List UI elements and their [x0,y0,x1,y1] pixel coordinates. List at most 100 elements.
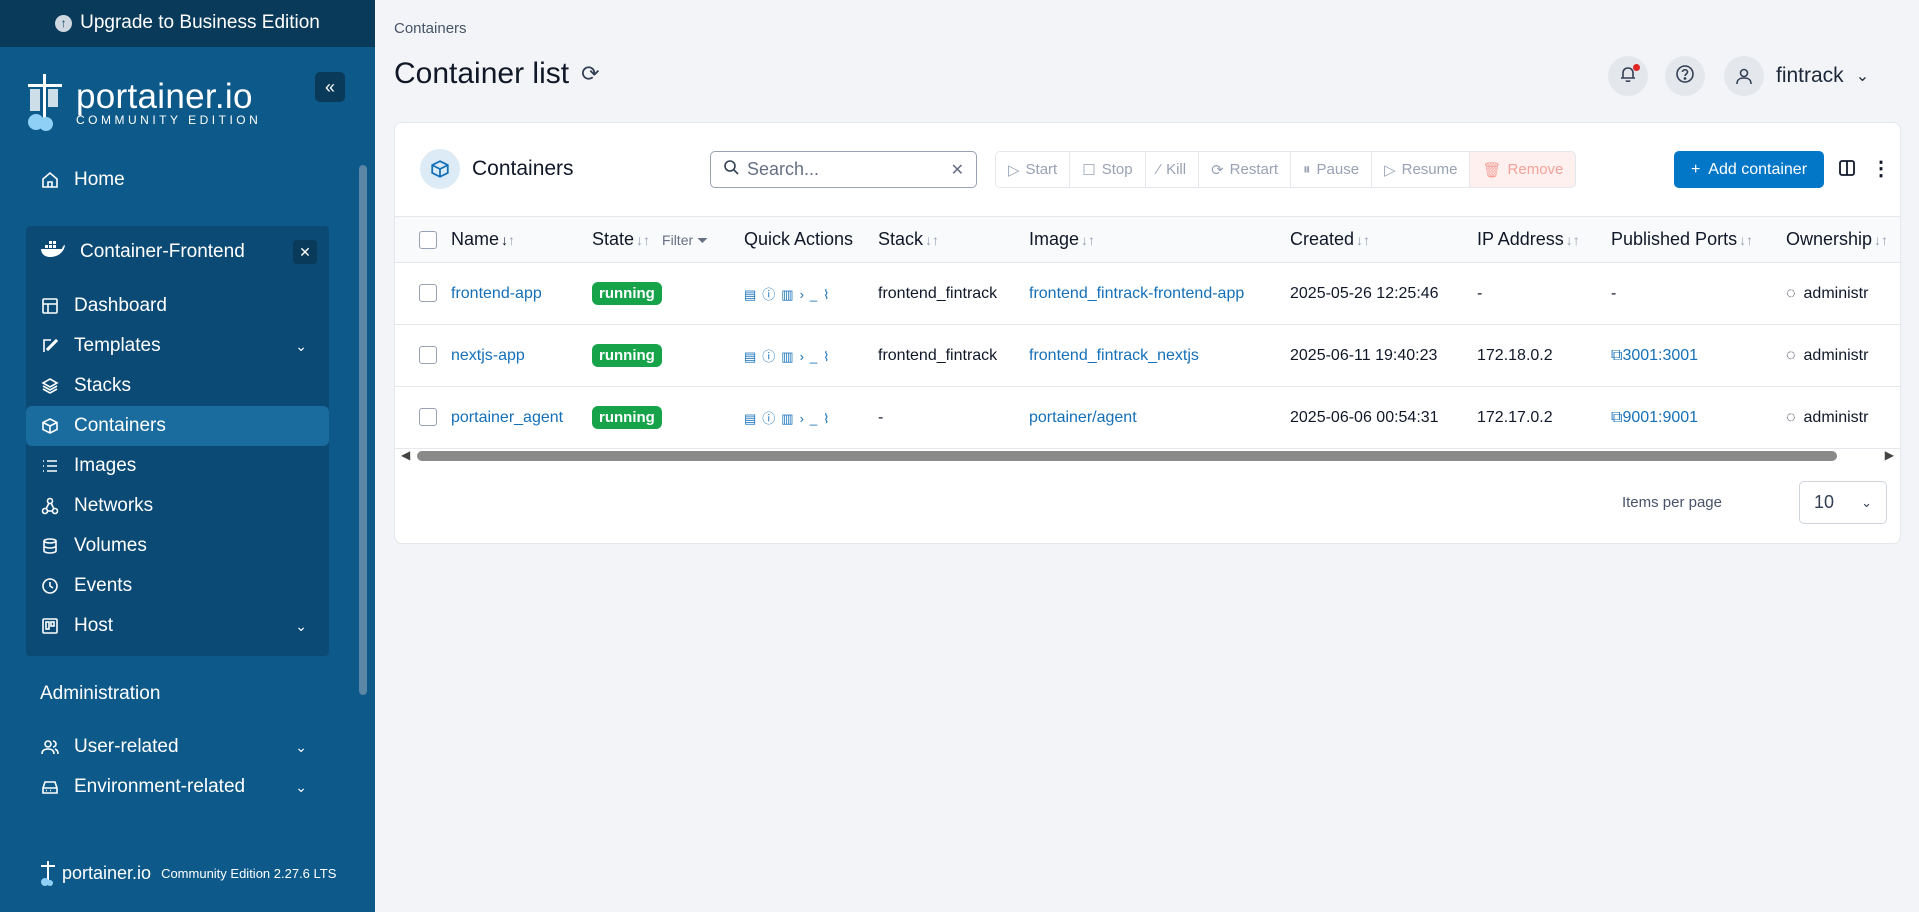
eye-off-icon: ◌ [1786,284,1796,302]
table-header-row: Name ↓↑ State ↓↑ Filter ⏷ Quick Actions Sta… [395,216,1900,263]
username: fintrack [1776,64,1844,87]
refresh-icon[interactable]: ⟳ [581,61,599,87]
eye-off-icon: ◌ [1786,346,1796,364]
container-name-link[interactable]: frontend-app [451,285,542,302]
sort-icon: ↓↑ [1565,232,1580,248]
col-ownership[interactable]: Ownership ↓↑ [1786,216,1900,263]
play-icon: ▷ [1008,161,1020,179]
port-link[interactable]: ⧉9001:9001 [1611,409,1698,426]
stop-icon: ☐ [1082,161,1096,179]
scroll-left-icon[interactable]: ◀ [401,448,410,462]
quick-actions-icons[interactable]: ▤ⓘ▥›_⌇ [744,411,835,426]
sidebar-item-templates[interactable]: Templates ⌄ [26,326,329,366]
status-badge: running [592,282,662,305]
col-ports[interactable]: Published Ports ↓↑ [1611,216,1786,263]
col-ip[interactable]: IP Address ↓↑ [1477,216,1611,263]
sidebar-item-label: Home [74,169,125,190]
images-icon [40,456,60,476]
close-environment-button[interactable]: ✕ [293,240,317,264]
breadcrumb[interactable]: Containers [394,20,467,37]
ownership-cell: administr [1803,284,1869,302]
clear-search-icon[interactable]: ✕ [951,160,964,180]
scroll-right-icon[interactable]: ▶ [1885,448,1894,462]
col-created[interactable]: Created ↓↑ [1290,216,1477,263]
sidebar-item-images[interactable]: Images [26,446,329,486]
user-menu[interactable]: fintrack ⌄ [1724,56,1869,96]
sidebar-scrollbar[interactable] [359,165,367,695]
upgrade-banner[interactable]: ↑ Upgrade to Business Edition [0,0,375,47]
sidebar-item-label: Containers [74,415,166,436]
state-filter[interactable]: Filter ⏷ [662,232,708,248]
sort-icon: ↓↑ [1739,232,1754,248]
row-checkbox[interactable] [419,408,437,427]
filter-icon: ⏷ [697,232,709,248]
volumes-icon [40,536,60,556]
kill-button[interactable]: ⁄ Kill [1145,152,1200,187]
sidebar-item-events[interactable]: Events [26,566,329,606]
chevron-down-icon: ⌄ [295,738,307,755]
columns-icon[interactable] [1838,159,1856,182]
sort-icon: ↓↑ [501,232,516,248]
remove-button[interactable]: 🗑 Remove [1470,152,1576,187]
restart-button[interactable]: ⟳ Restart [1199,152,1292,187]
sidebar-item-label: Networks [74,495,154,516]
administration-heading: Administration [40,683,161,704]
resume-button[interactable]: ▷ Resume [1372,152,1471,187]
home-icon [40,170,60,190]
col-state[interactable]: State ↓↑ Filter ⏷ [592,216,744,263]
port-link[interactable]: ⧉3001:3001 [1611,347,1698,364]
stop-button[interactable]: ☐ Stop [1070,152,1146,187]
quick-actions-icons[interactable]: ▤ⓘ▥›_⌇ [744,349,835,364]
col-image[interactable]: Image ↓↑ [1029,216,1290,263]
sidebar-item-networks[interactable]: Networks [26,486,329,526]
col-stack[interactable]: Stack ↓↑ [878,216,1029,263]
scrollbar-thumb[interactable] [417,451,1837,461]
sidebar-item-label: Templates [74,335,161,356]
help-button[interactable] [1665,56,1705,96]
sidebar-item-home[interactable]: Home [26,160,329,200]
sidebar-item-user-related[interactable]: User-related ⌄ [26,727,329,767]
image-link[interactable]: frontend_fintrack_nextjs [1029,347,1199,364]
container-name-link[interactable]: portainer_agent [451,409,563,426]
search-input[interactable]: Search... ✕ [710,151,977,188]
image-link[interactable]: frontend_fintrack-frontend-app [1029,285,1244,302]
card-header: Containers Search... ✕ ▷ Start ☐ Stop ⁄ Kil… [395,123,1900,216]
more-options-icon[interactable]: ⋮ [1871,156,1891,181]
chevron-down-icon: ⌄ [1855,68,1870,85]
items-per-page-select[interactable]: 10 ⌄ [1799,481,1887,524]
container-name-link[interactable]: nextjs-app [451,347,525,364]
help-icon [1675,64,1695,89]
sidebar-item-containers[interactable]: Containers [26,406,329,446]
sidebar-item-label: User-related [74,736,179,757]
sidebar-item-environment-related[interactable]: Environment-related ⌄ [26,767,329,807]
sidebar-item-volumes[interactable]: Volumes [26,526,329,566]
pause-button[interactable]: ⏸ Pause [1291,152,1373,187]
page-title-text: Container list [394,57,570,90]
environment-header[interactable]: Container-Frontend ✕ [26,232,329,272]
page-title: Container list ⟳ [394,57,600,91]
container-actions: ▷ Start ☐ Stop ⁄ Kill ⟳ Restart ⏸ Pause ▷ Resu… [995,151,1577,188]
image-link[interactable]: portainer/agent [1029,409,1137,426]
slash-icon: ⁄ [1157,161,1161,178]
containers-table: Name ↓↑ State ↓↑ Filter ⏷ Quick Actions Sta… [395,216,1900,449]
select-all-checkbox[interactable] [419,231,437,250]
quick-actions-icons[interactable]: ▤ⓘ▥›_⌇ [744,287,835,302]
footer-version: Community Edition 2.27.6 LTS [161,865,337,881]
horizontal-scrollbar[interactable]: ◀ ▶ [395,446,1900,464]
sort-icon: ↓↑ [1874,232,1889,248]
row-checkbox[interactable] [419,284,437,303]
sidebar-item-stacks[interactable]: Stacks [26,366,329,406]
brand-logo[interactable]: portainer.io COMMUNITY EDITION [24,72,261,132]
notifications-button[interactable] [1608,56,1648,96]
sidebar-item-dashboard[interactable]: Dashboard [26,286,329,326]
collapse-sidebar-button[interactable]: « [315,72,345,102]
add-container-button[interactable]: + Add container [1674,151,1824,188]
sidebar-item-host[interactable]: Host ⌄ [26,606,329,646]
stack-cell: frontend_fintrack [878,324,1029,387]
ownership-cell: administr [1803,346,1869,364]
main-content: Containers Container list ⟳ fintrack ⌄ C… [375,0,1919,912]
start-button[interactable]: ▷ Start [996,152,1071,187]
upgrade-label: Upgrade to Business Edition [80,12,320,33]
col-name[interactable]: Name ↓↑ [451,216,592,263]
row-checkbox[interactable] [419,346,437,365]
